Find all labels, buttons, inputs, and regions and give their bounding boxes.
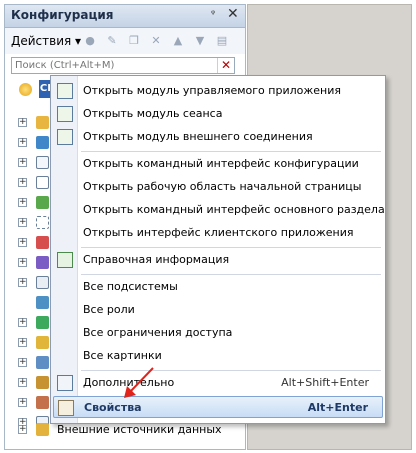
arrow-shaft: [128, 367, 154, 394]
annotation-arrow: [124, 367, 154, 398]
